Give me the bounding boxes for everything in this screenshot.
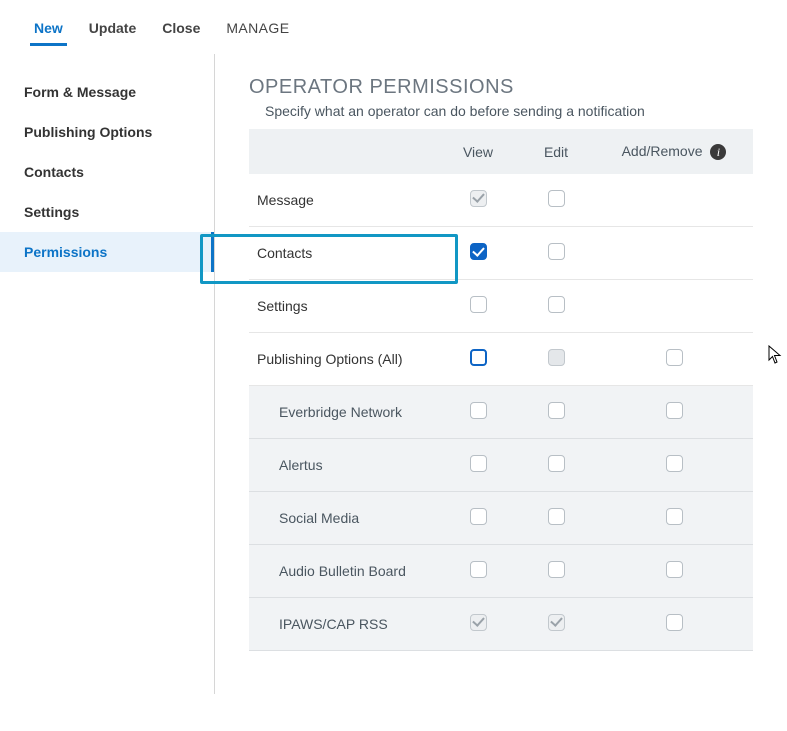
chk-social-edit[interactable] xyxy=(548,508,565,525)
tab-new[interactable]: New xyxy=(30,14,67,46)
row-social-label: Social Media xyxy=(249,492,439,545)
chk-ipaws-edit[interactable] xyxy=(548,614,565,631)
row-message: Message xyxy=(249,174,753,227)
chk-alertus-edit[interactable] xyxy=(548,455,565,472)
col-header-view: View xyxy=(439,129,517,174)
sidebar-item-form-message[interactable]: Form & Message xyxy=(0,72,214,112)
chk-settings-view[interactable] xyxy=(470,296,487,313)
info-icon[interactable]: i xyxy=(710,144,726,160)
row-publishing-all-label: Publishing Options (All) xyxy=(249,333,439,386)
chk-puball-edit[interactable] xyxy=(548,349,565,366)
chk-audio-view[interactable] xyxy=(470,561,487,578)
row-audio: Audio Bulletin Board xyxy=(249,545,753,598)
col-header-addremove-label: Add/Remove xyxy=(622,143,703,159)
chk-social-addremove[interactable] xyxy=(666,508,683,525)
chk-evb-addremove[interactable] xyxy=(666,402,683,419)
tab-close[interactable]: Close xyxy=(158,14,204,46)
sidebar: Form & Message Publishing Options Contac… xyxy=(0,54,215,694)
chk-contacts-edit[interactable] xyxy=(548,243,565,260)
chk-message-edit[interactable] xyxy=(548,190,565,207)
page-subtitle: Specify what an operator can do before s… xyxy=(265,103,753,119)
sidebar-item-settings[interactable]: Settings xyxy=(0,192,214,232)
row-contacts-label: Contacts xyxy=(249,227,439,280)
chk-contacts-view[interactable] xyxy=(470,243,487,260)
row-audio-label: Audio Bulletin Board xyxy=(249,545,439,598)
row-ipaws-label: IPAWS/CAP RSS xyxy=(249,598,439,651)
col-header-edit: Edit xyxy=(517,129,595,174)
sidebar-item-publishing-options[interactable]: Publishing Options xyxy=(0,112,214,152)
row-alertus-label: Alertus xyxy=(249,439,439,492)
row-alertus: Alertus xyxy=(249,439,753,492)
permissions-table: View Edit Add/Remove i Message Contacts xyxy=(249,129,753,651)
row-everbridge: Everbridge Network xyxy=(249,386,753,439)
chk-puball-view[interactable] xyxy=(470,349,487,366)
cursor-icon xyxy=(768,345,782,365)
row-social: Social Media xyxy=(249,492,753,545)
chk-settings-edit[interactable] xyxy=(548,296,565,313)
sidebar-item-permissions[interactable]: Permissions xyxy=(0,232,214,272)
row-publishing-all: Publishing Options (All) xyxy=(249,333,753,386)
chk-social-view[interactable] xyxy=(470,508,487,525)
row-everbridge-label: Everbridge Network xyxy=(249,386,439,439)
top-tabs: New Update Close MANAGE xyxy=(0,0,787,46)
chk-puball-addremove[interactable] xyxy=(666,349,683,366)
chk-audio-edit[interactable] xyxy=(548,561,565,578)
chk-audio-addremove[interactable] xyxy=(666,561,683,578)
chk-evb-view[interactable] xyxy=(470,402,487,419)
sidebar-item-contacts[interactable]: Contacts xyxy=(0,152,214,192)
row-settings: Settings xyxy=(249,280,753,333)
main-content: OPERATOR PERMISSIONS Specify what an ope… xyxy=(215,54,787,694)
chk-evb-edit[interactable] xyxy=(548,402,565,419)
col-header-addremove: Add/Remove i xyxy=(595,129,753,174)
chk-alertus-view[interactable] xyxy=(470,455,487,472)
row-contacts: Contacts xyxy=(249,227,753,280)
row-settings-label: Settings xyxy=(249,280,439,333)
chk-message-view[interactable] xyxy=(470,190,487,207)
chk-ipaws-addremove[interactable] xyxy=(666,614,683,631)
table-header-row: View Edit Add/Remove i xyxy=(249,129,753,174)
tab-update[interactable]: Update xyxy=(85,14,140,46)
chk-ipaws-view[interactable] xyxy=(470,614,487,631)
row-message-label: Message xyxy=(249,174,439,227)
page-title: OPERATOR PERMISSIONS xyxy=(249,76,753,99)
row-ipaws: IPAWS/CAP RSS xyxy=(249,598,753,651)
chk-alertus-addremove[interactable] xyxy=(666,455,683,472)
tab-manage[interactable]: MANAGE xyxy=(222,14,293,46)
